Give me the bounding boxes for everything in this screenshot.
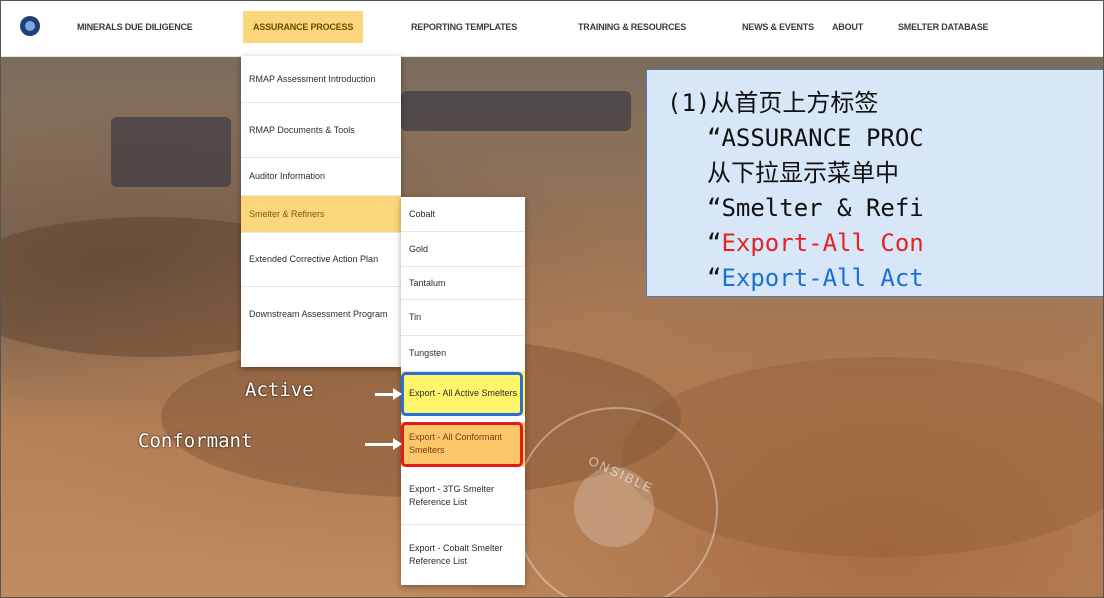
menu-item-downstream-assessment-program[interactable]: Downstream Assessment Program — [241, 287, 401, 342]
nav-minerals-due-diligence[interactable]: MINERALS DUE DILIGENCE — [77, 11, 193, 43]
menu-item-rmap-documents-tools[interactable]: RMAP Documents & Tools — [241, 103, 401, 158]
top-navigation-bar: MINERALS DUE DILIGENCE ASSURANCE PROCESS… — [1, 1, 1103, 57]
callout-quote: “ — [707, 229, 722, 257]
conformant-smelters-highlight-box — [401, 422, 523, 467]
submenu-item-tungsten[interactable]: Tungsten — [401, 336, 525, 372]
submenu-item-export-cobalt-smelter-reference-list[interactable]: Export - Cobalt Smelter Reference List — [401, 525, 525, 585]
menu-item-extended-corrective-action-plan[interactable]: Extended Corrective Action Plan — [241, 233, 401, 287]
nav-assurance-process[interactable]: ASSURANCE PROCESS — [243, 11, 364, 43]
submenu-item-export-3tg-smelter-reference-list[interactable]: Export - 3TG Smelter Reference List — [401, 467, 525, 525]
callout-line-4: “Smelter & Refi — [707, 194, 924, 222]
conformant-arrow-icon — [365, 438, 402, 450]
callout-line-6: “Export-All Act — [667, 261, 1103, 296]
callout-line-3: 从下拉显示菜单中 — [707, 159, 899, 187]
nav-smelter-database[interactable]: SMELTER DATABASE — [898, 11, 989, 43]
menu-item-smelter-refiners[interactable]: Smelter & Refiners — [241, 196, 401, 233]
miners-group — [111, 117, 231, 187]
active-arrow-icon — [375, 388, 402, 400]
conformant-annotation-label: Conformant — [138, 430, 253, 452]
callout-export-active-text: Export-All Act — [721, 264, 924, 292]
assurance-process-dropdown: RMAP Assessment Introduction RMAP Docume… — [241, 56, 401, 367]
nav-reporting-templates[interactable]: REPORTING TEMPLATES — [411, 11, 517, 43]
callout-line-1: (1)从首页上方标签 — [667, 89, 879, 117]
miners-group — [401, 91, 631, 131]
nav-training-resources[interactable]: TRAINING & RESOURCES — [578, 11, 686, 43]
nav-about[interactable]: ABOUT — [832, 11, 863, 43]
submenu-item-cobalt[interactable]: Cobalt — [401, 197, 525, 232]
rmi-watermark-logo: ONSIBLE — [514, 407, 718, 597]
submenu-item-tantalum[interactable]: Tantalum — [401, 267, 525, 300]
active-smelters-highlight-box — [401, 372, 523, 416]
callout-quote: “ — [707, 264, 722, 292]
screenshot-frame: ONSIBLE MINERALS DUE DILIGENCE ASSURANCE… — [0, 0, 1104, 598]
callout-export-conformant-text: Export-All Con — [721, 229, 924, 257]
submenu-item-tin[interactable]: Tin — [401, 300, 525, 336]
active-annotation-label: Active — [245, 379, 314, 401]
callout-line-5: “Export-All Con — [667, 226, 1103, 261]
callout-line-2: “ASSURANCE PROC — [707, 124, 924, 152]
menu-item-auditor-information[interactable]: Auditor Information — [241, 158, 401, 196]
menu-item-rmap-assessment-introduction[interactable]: RMAP Assessment Introduction — [241, 56, 401, 103]
nav-news-events[interactable]: NEWS & EVENTS — [742, 11, 814, 43]
submenu-item-gold[interactable]: Gold — [401, 232, 525, 267]
instruction-callout-box: (1)从首页上方标签 “ASSURANCE PROC 从下拉显示菜单中 “Sme… — [646, 69, 1103, 297]
globe-logo-icon[interactable] — [20, 16, 40, 36]
